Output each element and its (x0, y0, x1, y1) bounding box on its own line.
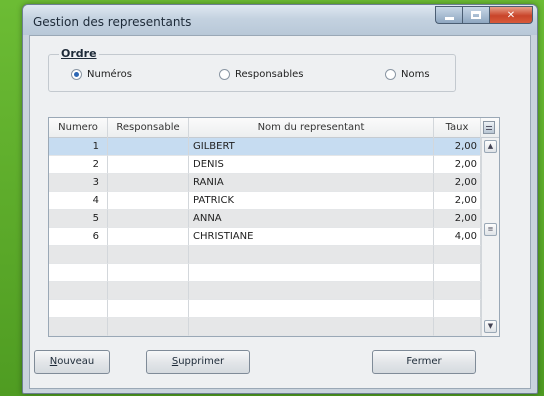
representants-grid[interactable]: Numero Responsable Nom du representant T… (48, 117, 500, 337)
cell-nom: GILBERT (189, 138, 434, 156)
empty-cell (434, 318, 481, 336)
arrow-down-icon: ▼ (487, 322, 494, 330)
column-header-numero[interactable]: Numero (49, 118, 108, 138)
table-row[interactable]: 4 PATRICK 2,00 (49, 192, 481, 210)
radio-responsables[interactable]: Responsables (219, 69, 304, 80)
supprimer-button[interactable]: Supprimer (146, 350, 250, 374)
radio-noms-indicator[interactable] (385, 69, 396, 80)
cell-responsable (108, 174, 189, 192)
empty-cell (189, 300, 434, 318)
scroll-thumb[interactable]: ≡ (484, 223, 497, 236)
window-controls: ✕ (435, 6, 533, 24)
empty-cell (434, 264, 481, 282)
empty-row (49, 246, 481, 264)
table-row[interactable]: 2 DENIS 2,00 (49, 156, 481, 174)
close-icon: ✕ (506, 9, 516, 21)
scroll-down-button[interactable]: ▼ (484, 320, 497, 333)
cell-numero: 1 (49, 138, 108, 156)
column-picker-icon[interactable] (483, 121, 495, 134)
cell-taux: 2,00 (434, 174, 481, 192)
cell-responsable (108, 138, 189, 156)
cell-taux: 2,00 (434, 138, 481, 156)
radio-numeros-label: Numéros (87, 69, 132, 80)
column-header-nom[interactable]: Nom du representant (189, 118, 434, 138)
grid-header: Numero Responsable Nom du representant T… (49, 118, 499, 138)
radio-noms[interactable]: Noms (385, 69, 430, 80)
column-header-taux[interactable]: Taux (434, 118, 481, 138)
maximize-icon (471, 11, 481, 19)
empty-row (49, 282, 481, 300)
empty-cell (189, 282, 434, 300)
nouveau-button[interactable]: Nouveau (34, 350, 110, 374)
cell-numero: 5 (49, 210, 108, 228)
empty-cell (108, 300, 189, 318)
cell-taux: 2,00 (434, 192, 481, 210)
nouveau-label: ouveau (57, 356, 95, 367)
cell-responsable (108, 228, 189, 246)
table-row[interactable]: 1 GILBERT 2,00 (49, 138, 481, 156)
radio-numeros[interactable]: Numéros (71, 69, 132, 80)
empty-cell (434, 282, 481, 300)
empty-cell (49, 282, 108, 300)
empty-row (49, 318, 481, 336)
cell-nom: CHRISTIANE (189, 228, 434, 246)
cell-nom: PATRICK (189, 192, 434, 210)
cell-responsable (108, 156, 189, 174)
table-row[interactable]: 6 CHRISTIANE 4,00 (49, 228, 481, 246)
empty-cell (49, 318, 108, 336)
vertical-scrollbar[interactable]: ▲ ≡ ▼ (481, 138, 499, 336)
radio-noms-label: Noms (401, 69, 430, 80)
radio-responsables-label: Responsables (235, 69, 304, 80)
radio-responsables-indicator[interactable] (219, 69, 230, 80)
fermer-button[interactable]: Fermer (372, 350, 476, 374)
close-button[interactable]: ✕ (489, 6, 533, 24)
cell-taux: 4,00 (434, 228, 481, 246)
table-row[interactable]: 3 RANIA 2,00 (49, 174, 481, 192)
main-window: Gestion des representants ✕ Ordre Numéro… (22, 4, 538, 394)
empty-cell (49, 264, 108, 282)
supprimer-label: upprimer (178, 356, 225, 367)
cell-responsable (108, 210, 189, 228)
empty-row (49, 264, 481, 282)
cell-numero: 6 (49, 228, 108, 246)
empty-cell (49, 246, 108, 264)
cell-taux: 2,00 (434, 156, 481, 174)
dialog-client-area: Ordre Numéros Responsables Noms Numero R… (29, 35, 531, 389)
cell-numero: 2 (49, 156, 108, 174)
empty-cell (189, 246, 434, 264)
empty-cell (49, 300, 108, 318)
empty-row (49, 300, 481, 318)
empty-cell (189, 264, 434, 282)
empty-cell (108, 282, 189, 300)
cell-nom: ANNA (189, 210, 434, 228)
title-bar[interactable]: Gestion des representants ✕ (23, 5, 537, 35)
scroll-up-button[interactable]: ▲ (484, 140, 497, 153)
cell-numero: 3 (49, 174, 108, 192)
empty-cell (108, 246, 189, 264)
empty-cell (108, 318, 189, 336)
cell-responsable (108, 192, 189, 210)
arrow-up-icon: ▲ (487, 142, 494, 150)
grip-icon: ≡ (487, 225, 494, 233)
cell-numero: 4 (49, 192, 108, 210)
empty-cell (434, 300, 481, 318)
column-header-responsable[interactable]: Responsable (108, 118, 189, 138)
window-title: Gestion des representants (33, 15, 192, 29)
maximize-button[interactable] (462, 6, 489, 24)
minimize-icon (444, 16, 454, 20)
cell-taux: 2,00 (434, 210, 481, 228)
cell-nom: RANIA (189, 174, 434, 192)
radio-numeros-indicator[interactable] (71, 69, 82, 80)
ordre-label: Ordre (59, 47, 99, 60)
empty-cell (108, 264, 189, 282)
empty-cell (189, 318, 434, 336)
minimize-button[interactable] (435, 6, 462, 24)
empty-cell (434, 246, 481, 264)
ordre-groupbox: Ordre Numéros Responsables Noms (48, 47, 456, 92)
table-row[interactable]: 5 ANNA 2,00 (49, 210, 481, 228)
fermer-label: Fermer (406, 356, 442, 367)
cell-nom: DENIS (189, 156, 434, 174)
